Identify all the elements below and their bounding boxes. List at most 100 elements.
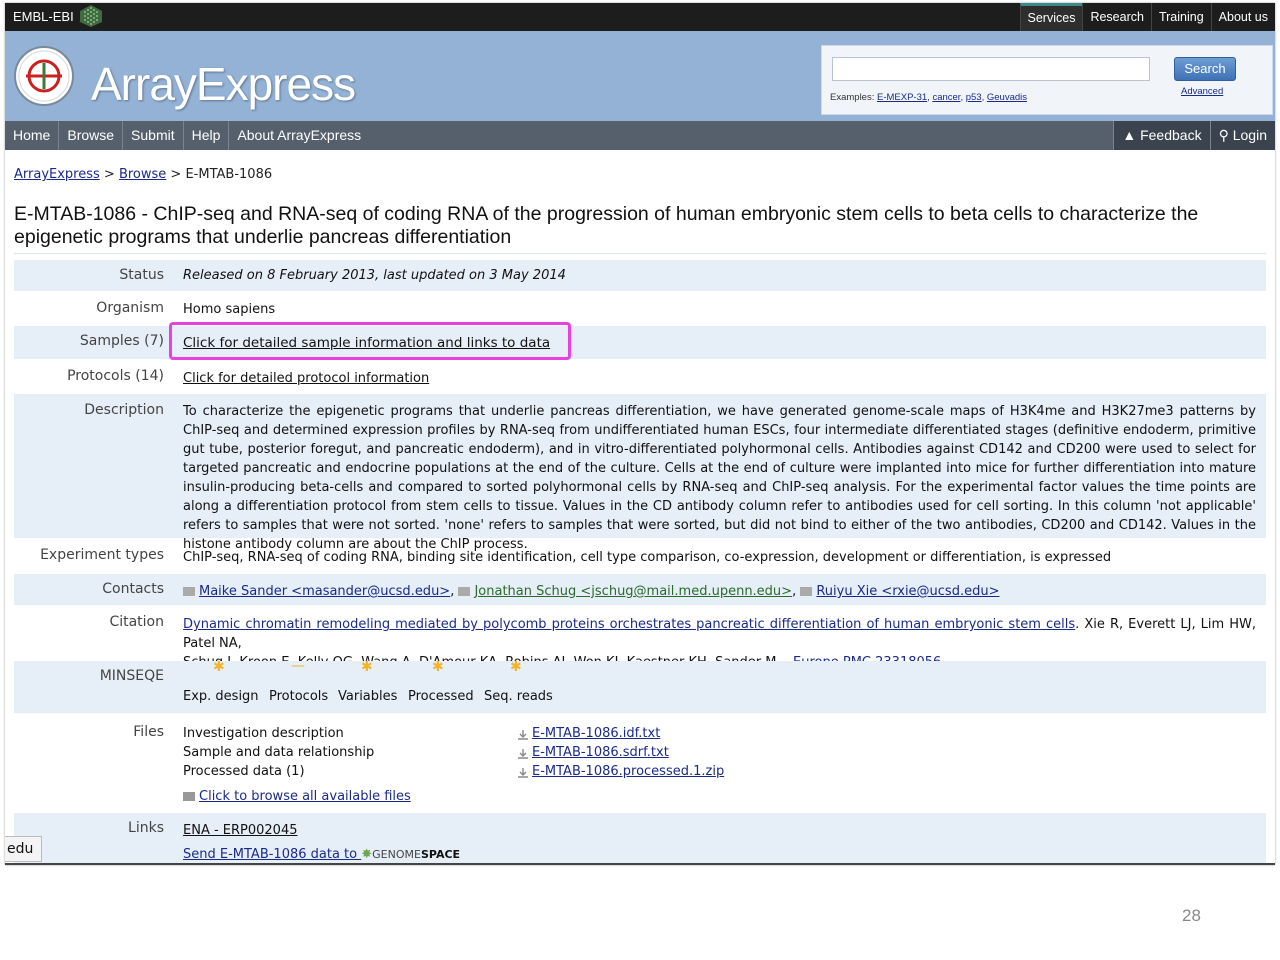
mail-icon	[183, 587, 195, 596]
breadcrumb-separator: >	[166, 167, 186, 182]
experiment-types-value: ChIP-seq, RNA-seq of coding RNA, binding…	[183, 550, 1112, 565]
status-label: Status	[119, 267, 164, 283]
breadcrumb-arrayexpress[interactable]: ArrayExpress	[14, 167, 100, 182]
citation-label: Citation	[109, 614, 164, 630]
edu-tab[interactable]: edu	[5, 836, 42, 862]
star-icon: ✱	[510, 659, 522, 675]
nav-home[interactable]: Home	[5, 121, 60, 150]
folder-icon	[183, 792, 195, 801]
file-link[interactable]: E-MTAB-1086.sdrf.txt	[532, 745, 669, 760]
download-icon	[517, 728, 529, 740]
contacts-label: Contacts	[102, 581, 164, 597]
search-panel: Search Advanced Examples: E-MEXP-31, can…	[821, 45, 1273, 115]
experiment-types-label: Experiment types	[40, 547, 164, 563]
topbar-research[interactable]: Research	[1082, 3, 1151, 31]
examples-prefix: Examples:	[830, 92, 877, 103]
site-title[interactable]: ArrayExpress	[91, 57, 356, 111]
star-icon: ✱	[361, 659, 373, 675]
status-row: Status Released on 8 February 2013, last…	[14, 260, 1266, 293]
genomespace-logo-text: GENOME	[372, 848, 421, 861]
feedback-label: Feedback	[1140, 127, 1202, 143]
organism-value: Homo sapiens	[183, 302, 276, 317]
minseqe-protocols: Protocols	[269, 689, 329, 704]
login-button[interactable]: ⚲ Login	[1209, 121, 1275, 150]
file-download[interactable]: E-MTAB-1086.idf.txt	[517, 724, 660, 743]
breadcrumb-separator: >	[99, 167, 119, 182]
contacts-row: Contacts Maike Sander <masander@ucsd.edu…	[14, 574, 1266, 607]
minseqe-exp-design: Exp. design	[183, 689, 259, 704]
search-button[interactable]: Search	[1174, 57, 1236, 81]
browse-files-link[interactable]: Click to browse all available files	[199, 789, 411, 804]
browse-files[interactable]: Click to browse all available files	[183, 787, 411, 806]
minseqe-processed: Processed	[408, 689, 474, 704]
topbar-links: Services Research Training About us	[1019, 3, 1275, 31]
files-label: Files	[133, 724, 164, 740]
file-name: Sample and data relationship	[183, 745, 375, 760]
samples-highlight-box	[169, 322, 571, 360]
protocols-link[interactable]: Click for detailed protocol information	[183, 369, 429, 388]
contacts-value: Maike Sander <masander@ucsd.edu>, Jonath…	[183, 582, 999, 601]
example-link[interactable]: Geuvadis	[987, 92, 1027, 103]
example-link[interactable]: E-MEXP-31	[877, 92, 927, 103]
browser-frame: EMBL-EBI Services Research Training Abou…	[5, 3, 1275, 865]
dash-icon: —	[291, 658, 305, 674]
star-icon: ✱	[213, 659, 225, 675]
advanced-search-link[interactable]: Advanced	[1181, 86, 1223, 97]
search-examples: Examples: E-MEXP-31, cancer, p53, Geuvad…	[830, 92, 1027, 103]
citation-link[interactable]: Dynamic chromatin remodeling mediated by…	[183, 617, 1075, 632]
breadcrumb: ArrayExpress > Browse > E-MTAB-1086	[14, 167, 272, 182]
files-row: Files Investigation description Sample a…	[14, 715, 1266, 813]
description-value: To characterize the epigenetic programs …	[183, 404, 1256, 552]
embl-ebi-brand[interactable]: EMBL-EBI	[13, 9, 74, 24]
protocols-label: Protocols (14)	[67, 368, 164, 384]
contact-link[interactable]: Ruiyu Xie <rxie@ucsd.edu>	[816, 584, 999, 599]
samples-label: Samples (7)	[79, 333, 164, 349]
example-link[interactable]: p53	[966, 92, 982, 103]
ena-link[interactable]: ENA - ERP002045	[183, 821, 298, 840]
genomespace-logo-text: SPACE	[420, 848, 461, 861]
nav-browse[interactable]: Browse	[59, 121, 124, 150]
protocols-row: Protocols (14) Click for detailed protoc…	[14, 361, 1266, 394]
feedback-button[interactable]: ▲ Feedback	[1113, 121, 1210, 150]
file-download[interactable]: E-MTAB-1086.processed.1.zip	[517, 762, 724, 781]
star-icon: ✱	[432, 659, 444, 675]
contact-link[interactable]: Jonathan Schug <jschug@mail.med.upenn.ed…	[474, 584, 792, 599]
page-title: E-MTAB-1086 - ChIP-seq and RNA-seq of co…	[14, 203, 1199, 248]
contacts-separator: ,	[792, 584, 801, 599]
minseqe-seq-reads: Seq. reads	[484, 689, 553, 704]
minseqe-row: MINSEQE ✱ — ✱ ✱ ✱ Exp. design Protocols …	[14, 658, 1266, 715]
minseqe-indicators: ✱ — ✱ ✱ ✱ Exp. design Protocols Variable…	[183, 658, 583, 711]
slide-number: 28	[1182, 906, 1201, 925]
contact-link[interactable]: Maike Sander <masander@ucsd.edu>	[199, 584, 450, 599]
file-name: Investigation description	[183, 726, 344, 741]
download-icon	[517, 747, 529, 759]
mail-icon	[458, 587, 471, 596]
file-link[interactable]: E-MTAB-1086.processed.1.zip	[532, 764, 724, 779]
topbar-training[interactable]: Training	[1150, 3, 1211, 31]
nav-help[interactable]: Help	[184, 121, 230, 150]
breadcrumb-browse[interactable]: Browse	[119, 167, 166, 182]
file-name: Processed data (1)	[183, 764, 305, 779]
citation-row: Citation Dynamic chromatin remodeling me…	[14, 607, 1266, 670]
topbar-services[interactable]: Services	[1019, 3, 1083, 31]
organism-label: Organism	[96, 300, 164, 316]
search-input[interactable]	[832, 57, 1150, 81]
description-label: Description	[84, 402, 164, 418]
genomespace-link[interactable]: Send E-MTAB-1086 data to ✸GENOMESPACE	[183, 845, 461, 863]
nav-about[interactable]: About ArrayExpress	[229, 121, 369, 150]
file-link[interactable]: E-MTAB-1086.idf.txt	[532, 726, 660, 741]
file-download[interactable]: E-MTAB-1086.sdrf.txt	[517, 743, 669, 762]
topbar-about-us[interactable]: About us	[1210, 3, 1275, 31]
arrayexpress-logo-icon[interactable]	[13, 45, 75, 107]
nav-submit[interactable]: Submit	[123, 121, 184, 150]
key-icon: ⚲	[1218, 127, 1229, 143]
genomespace-send-link[interactable]: Send E-MTAB-1086 data to	[183, 847, 361, 862]
links-label: Links	[128, 820, 164, 836]
description-row: Description To characterize the epigenet…	[14, 394, 1266, 552]
masthead: ArrayExpress Search Advanced Examples: E…	[5, 31, 1275, 121]
minseqe-label: MINSEQE	[99, 668, 164, 684]
genomespace-icon: ✸	[361, 847, 373, 862]
nav-right: ▲ Feedback ⚲ Login	[1113, 121, 1275, 150]
example-link[interactable]: cancer	[932, 92, 960, 103]
contacts-separator: ,	[450, 584, 459, 599]
